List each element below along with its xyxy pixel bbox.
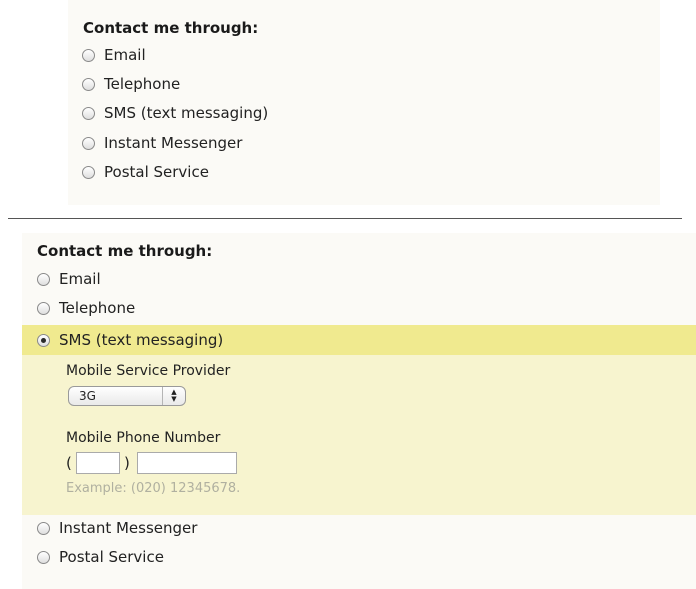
radio-button-icon[interactable] (82, 165, 95, 179)
radio-option-email-before[interactable]: Email (82, 44, 146, 66)
radio-button-icon[interactable] (82, 77, 95, 91)
radio-option-im-before[interactable]: Instant Messenger (82, 132, 242, 154)
radio-option-im-after[interactable]: Instant Messenger (37, 517, 197, 539)
option-label: Postal Service (104, 163, 209, 181)
radio-option-sms-after[interactable]: SMS (text messaging) (37, 329, 223, 351)
radio-button-checked-icon[interactable] (37, 333, 50, 347)
section-divider (8, 218, 682, 219)
option-label: SMS (text messaging) (59, 331, 224, 349)
provider-select[interactable]: 3G ▲ ▼ (68, 386, 186, 406)
contact-title-after: Contact me through: (37, 242, 213, 260)
option-label: SMS (text messaging) (104, 104, 269, 122)
area-code-open-paren: ( (66, 454, 72, 472)
radio-option-sms-before[interactable]: SMS (text messaging) (82, 102, 268, 124)
radio-button-icon[interactable] (82, 106, 95, 120)
radio-button-icon[interactable] (82, 48, 95, 62)
area-code-input[interactable] (76, 452, 120, 474)
radio-option-postal-before[interactable]: Postal Service (82, 161, 209, 183)
phone-label: Mobile Phone Number (66, 430, 221, 446)
area-code-close-paren: ) (124, 454, 130, 472)
radio-button-icon[interactable] (37, 521, 50, 535)
option-label: Email (104, 46, 146, 64)
radio-button-icon[interactable] (37, 272, 50, 286)
provider-label: Mobile Service Provider (66, 363, 231, 379)
option-label: Telephone (59, 299, 136, 317)
option-label: Postal Service (59, 548, 164, 566)
provider-select-value: 3G (79, 389, 96, 403)
radio-option-telephone-after[interactable]: Telephone (37, 297, 135, 319)
option-label: Instant Messenger (104, 134, 243, 152)
radio-option-postal-after[interactable]: Postal Service (37, 546, 164, 568)
contact-title-before: Contact me through: (83, 19, 259, 37)
phone-number-input[interactable] (137, 452, 237, 474)
radio-button-icon[interactable] (82, 136, 95, 150)
option-label: Telephone (104, 75, 181, 93)
radio-button-icon[interactable] (37, 550, 50, 564)
radio-button-icon[interactable] (37, 301, 50, 315)
select-arrows-icon: ▲ ▼ (162, 387, 185, 405)
radio-option-telephone-before[interactable]: Telephone (82, 73, 180, 95)
option-label: Instant Messenger (59, 519, 198, 537)
phone-example-hint: Example: (020) 12345678. (66, 481, 241, 496)
radio-option-email-after[interactable]: Email (37, 268, 101, 290)
option-label: Email (59, 270, 101, 288)
